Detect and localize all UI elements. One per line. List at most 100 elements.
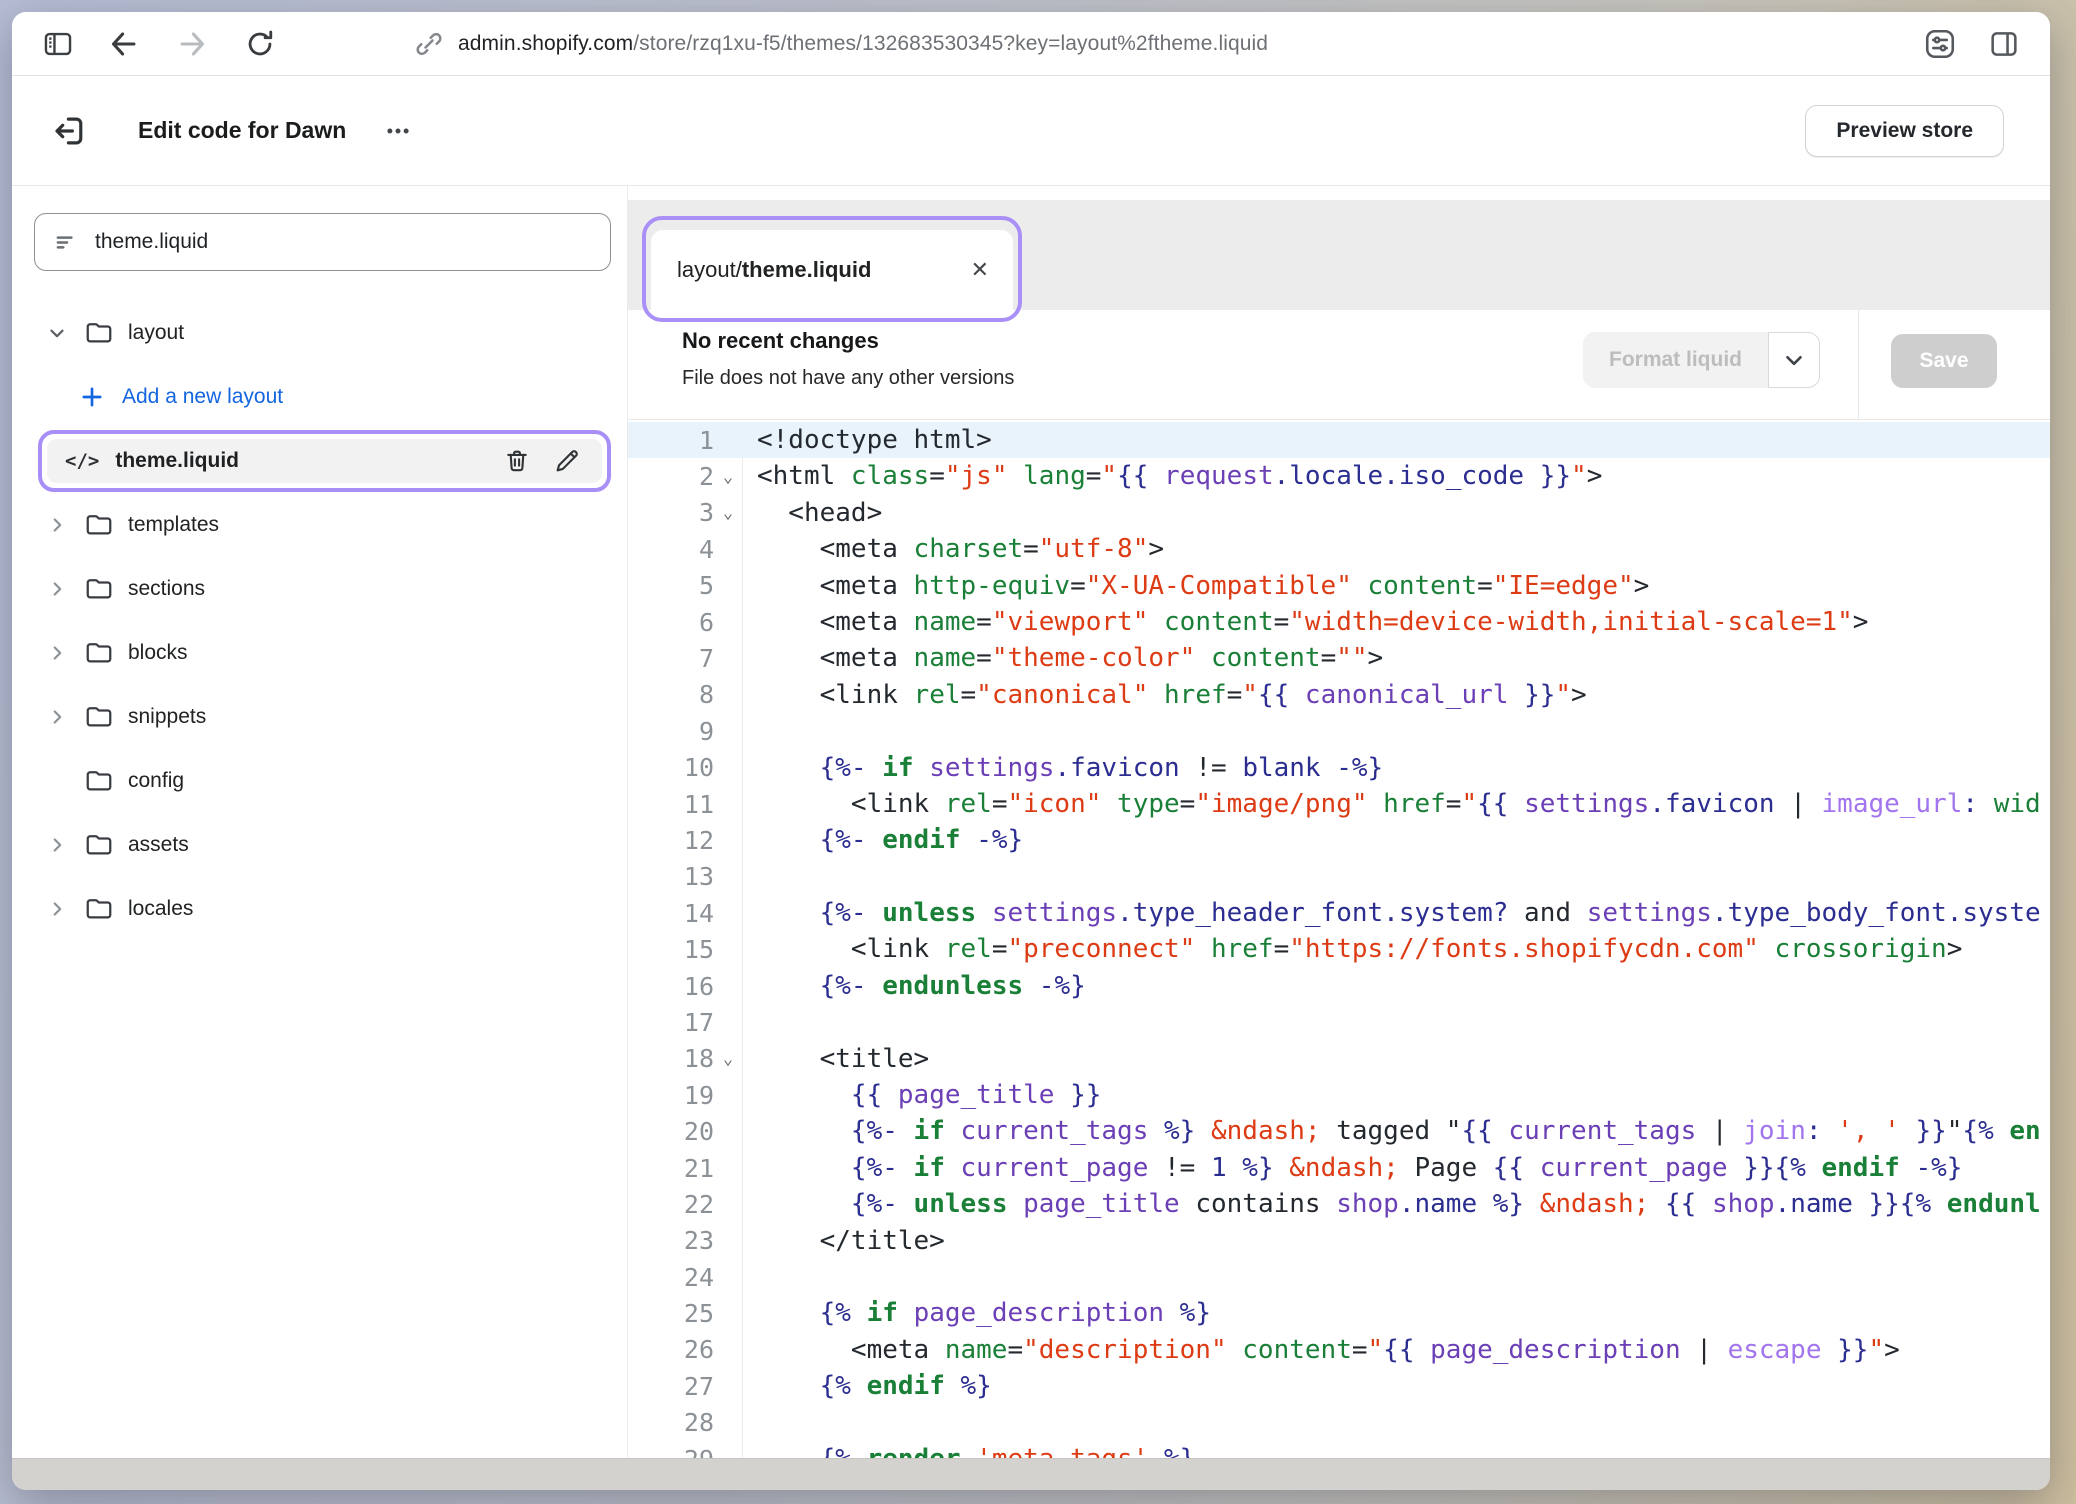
sidebar-toggle-icon[interactable] — [36, 22, 80, 66]
sidebar-folder-sections[interactable]: sections — [12, 557, 627, 621]
delete-file-icon[interactable] — [500, 444, 534, 478]
code-line[interactable]: 21 {%- if current_page != 1 %} &ndash; P… — [628, 1150, 2050, 1186]
code-line[interactable]: 22 {%- unless page_title contains shop.n… — [628, 1186, 2050, 1222]
sidebar-folder-blocks[interactable]: blocks — [12, 621, 627, 685]
code-line[interactable]: 19 {{ page_title }} — [628, 1077, 2050, 1113]
code-line[interactable]: 20 {%- if current_tags %} &ndash; tagged… — [628, 1113, 2050, 1149]
code-line[interactable]: 17 — [628, 1004, 2050, 1040]
code-token: {% — [820, 1444, 867, 1458]
code-line[interactable]: 26 <meta name="description" content="{{ … — [628, 1332, 2050, 1368]
gutter-cell: 5 — [628, 568, 743, 604]
gutter-cell: 12 — [628, 822, 743, 858]
back-button-icon[interactable] — [102, 22, 146, 66]
code-text — [743, 713, 2050, 749]
page-settings-icon[interactable] — [1918, 22, 1962, 66]
code-token: > — [1148, 534, 1164, 564]
save-button[interactable]: Save — [1891, 334, 1997, 388]
sidebar-folder-locales[interactable]: locales — [12, 877, 627, 941]
line-number: 14 — [684, 899, 714, 928]
gutter-cell: 9 — [628, 713, 743, 749]
code-line[interactable]: 3⌄ <head> — [628, 495, 2050, 531]
code-line[interactable]: 18⌄ <title> — [628, 1041, 2050, 1077]
code-token: {{ — [1258, 680, 1305, 710]
fold-toggle-icon[interactable]: ⌄ — [723, 505, 733, 522]
code-line[interactable]: 1<!doctype html> — [628, 422, 2050, 458]
chevron-right-icon[interactable] — [44, 576, 70, 602]
fold-toggle-icon[interactable]: ⌄ — [723, 469, 733, 486]
code-token — [1195, 934, 1211, 964]
code-line[interactable]: 14 {%- unless settings.type_header_font.… — [628, 895, 2050, 931]
code-token: tagged " — [1321, 1116, 1462, 1146]
code-line[interactable]: 23 </title> — [628, 1223, 2050, 1259]
code-token: = — [929, 461, 945, 491]
code-line[interactable]: 25 {% if page_description %} — [628, 1295, 2050, 1331]
code-token: > — [1587, 461, 1603, 491]
code-line[interactable]: 7 <meta name="theme-color" content=""> — [628, 640, 2050, 676]
code-line[interactable]: 29 {% render 'meta-tags' %} — [628, 1441, 2050, 1458]
gutter-cell: 28 — [628, 1405, 743, 1441]
sidebar-folder-snippets[interactable]: snippets — [12, 685, 627, 749]
code-token: current_page — [961, 1153, 1149, 1183]
code-token: if — [882, 753, 913, 783]
code-line[interactable]: 6 <meta name="viewport" content="width=d… — [628, 604, 2050, 640]
chevron-right-icon[interactable] — [44, 704, 70, 730]
reload-icon[interactable] — [238, 22, 282, 66]
fold-toggle-icon[interactable]: ⌄ — [723, 1051, 733, 1068]
code-line[interactable]: 4 <meta charset="utf-8"> — [628, 531, 2050, 567]
chevron-right-icon[interactable] — [44, 640, 70, 666]
code-line[interactable]: 24 — [628, 1259, 2050, 1295]
code-line[interactable]: 28 — [628, 1405, 2050, 1441]
sidebar-folder-config[interactable]: config — [12, 749, 627, 813]
file-item-theme-liquid[interactable]: </> theme.liquid — [47, 439, 602, 483]
tab-theme-liquid[interactable]: layout/theme.liquid ✕ — [651, 230, 1013, 310]
code-token: &ndash; — [1211, 1116, 1321, 1146]
code-line[interactable]: 15 <link rel="preconnect" href="https://… — [628, 931, 2050, 967]
code-text: <meta name="description" content="{{ pag… — [743, 1332, 2050, 1368]
line-number: 24 — [684, 1263, 714, 1292]
code-token: name — [945, 1335, 1008, 1365]
split-view-icon[interactable] — [1982, 22, 2026, 66]
line-number: 17 — [684, 1008, 714, 1037]
sidebar-folder-templates[interactable]: templates — [12, 493, 627, 557]
preview-store-button[interactable]: Preview store — [1805, 105, 2004, 157]
sidebar-folder-layout[interactable]: layout — [12, 301, 627, 365]
code-token — [1023, 971, 1039, 1001]
exit-editor-icon[interactable] — [48, 109, 92, 153]
code-line[interactable]: 11 <link rel="icon" type="image/png" hre… — [628, 786, 2050, 822]
sidebar-folder-assets[interactable]: assets — [12, 813, 627, 877]
gutter-cell: 21 — [628, 1150, 743, 1186]
code-line[interactable]: 27 {% endif %} — [628, 1368, 2050, 1404]
code-line[interactable]: 10 {%- if settings.favicon != blank -%} — [628, 750, 2050, 786]
gutter-cell: 8 — [628, 677, 743, 713]
chevron-right-icon[interactable] — [44, 832, 70, 858]
code-line[interactable]: 2⌄<html class="js" lang="{{ request.loca… — [628, 458, 2050, 494]
format-liquid-button[interactable]: Format liquid — [1583, 332, 1768, 388]
code-line[interactable]: 5 <meta http-equiv="X-UA-Compatible" con… — [628, 568, 2050, 604]
file-search-box[interactable] — [34, 213, 611, 271]
format-liquid-dropdown[interactable] — [1768, 332, 1820, 388]
code-line[interactable]: 9 — [628, 713, 2050, 749]
search-input[interactable] — [95, 230, 592, 254]
tab-close-icon[interactable]: ✕ — [971, 257, 989, 283]
code-line[interactable]: 12 {%- endif -%} — [628, 822, 2050, 858]
chevron-right-icon[interactable] — [44, 896, 70, 922]
code-line[interactable]: 13 — [628, 859, 2050, 895]
chevron-right-icon[interactable] — [44, 512, 70, 538]
fold-slot — [714, 604, 742, 640]
code-token: {{ — [1117, 461, 1164, 491]
code-token: " — [1868, 1335, 1884, 1365]
rename-file-icon[interactable] — [550, 444, 584, 478]
address-bar[interactable]: admin.shopify.com/store/rzq1xu-f5/themes… — [414, 29, 1268, 59]
more-menu-button[interactable] — [376, 109, 420, 153]
gutter-cell: 2⌄ — [628, 458, 743, 494]
code-token: if — [914, 1116, 945, 1146]
code-text: <meta name="theme-color" content=""> — [743, 640, 2050, 676]
forward-button-icon[interactable] — [170, 22, 214, 66]
code-line[interactable]: 16 {%- endunless -%} — [628, 968, 2050, 1004]
code-line[interactable]: 8 <link rel="canonical" href="{{ canonic… — [628, 677, 2050, 713]
chevron-down-icon[interactable] — [44, 320, 70, 346]
add-new-layout-button[interactable]: Add a new layout — [12, 365, 627, 429]
code-token: {{ — [1665, 1189, 1712, 1219]
line-number: 23 — [684, 1226, 714, 1255]
code-area[interactable]: 1<!doctype html>2⌄<html class="js" lang=… — [628, 420, 2050, 1458]
